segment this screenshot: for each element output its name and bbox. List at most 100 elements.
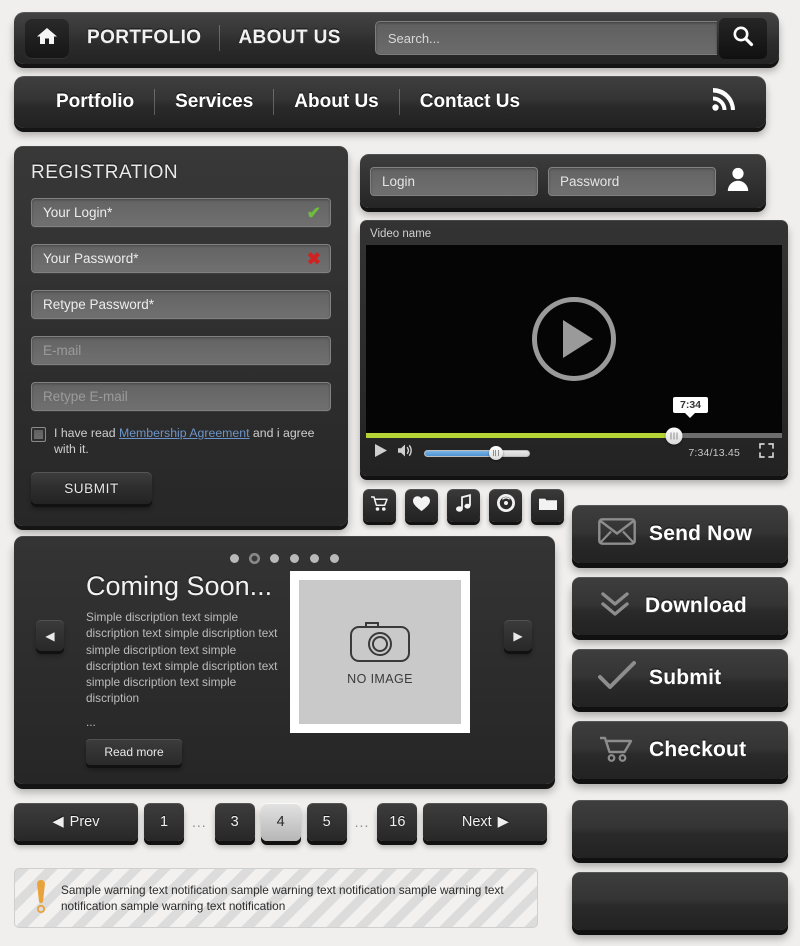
music-note-icon-button[interactable] xyxy=(447,489,480,522)
disc-icon xyxy=(496,493,516,518)
search-icon xyxy=(732,25,754,52)
home-button[interactable] xyxy=(25,18,69,58)
email-field[interactable]: E-mail xyxy=(31,336,331,365)
submit-button[interactable]: Submit xyxy=(572,649,788,707)
fullscreen-button[interactable] xyxy=(759,443,774,463)
video-time-display: 7:34/13.45 xyxy=(688,447,740,459)
content-slider: Coming Soon... Simple discription text s… xyxy=(14,536,555,784)
checkout-label: Checkout xyxy=(649,738,746,762)
blank-button-1[interactable] xyxy=(572,800,788,858)
login-bar: Login Password xyxy=(360,154,766,208)
header-link-about-us[interactable]: ABOUT US xyxy=(220,27,358,49)
pagination-page-16[interactable]: 16 xyxy=(377,803,417,841)
read-more-button[interactable]: Read more xyxy=(86,739,182,765)
pagination-page-5[interactable]: 5 xyxy=(307,803,347,841)
search-button[interactable] xyxy=(719,17,767,59)
membership-agreement-link[interactable]: Membership Agreement xyxy=(119,426,250,440)
warning-notification: Sample warning text notification sample … xyxy=(14,868,538,928)
user-account-button[interactable] xyxy=(726,166,750,197)
retype-password-field[interactable]: Retype Password* xyxy=(31,290,331,319)
video-scrubber-handle[interactable] xyxy=(665,427,682,444)
pagination-next-button[interactable]: Next ▶ xyxy=(423,803,547,841)
password-field-label: Your Password* xyxy=(43,251,139,266)
search-container: Search... xyxy=(375,21,767,55)
chevron-left-icon: ◀ xyxy=(45,629,54,643)
slide-body: Coming Soon... Simple discription text s… xyxy=(14,563,555,765)
send-now-button[interactable]: Send Now xyxy=(572,505,788,563)
retype-password-field-label: Retype Password* xyxy=(43,297,154,312)
nav-item-about-us[interactable]: About Us xyxy=(274,91,398,113)
seek-tooltip: 7:34 xyxy=(673,397,708,413)
pagination-next-label: Next xyxy=(462,814,492,830)
pagination-page-3[interactable]: 3 xyxy=(215,803,255,841)
slide-text-column: Coming Soon... Simple discription text s… xyxy=(14,571,284,765)
pagination-gap-right: ... xyxy=(353,814,372,830)
camera-icon xyxy=(349,619,411,668)
cart-icon-button[interactable] xyxy=(363,489,396,522)
user-icon xyxy=(726,179,750,196)
slider-dot-3[interactable] xyxy=(270,554,279,563)
nav-item-services[interactable]: Services xyxy=(155,91,273,113)
slider-next-button[interactable]: ▶ xyxy=(504,620,532,651)
heart-icon xyxy=(412,495,431,517)
blank-button-2[interactable] xyxy=(572,872,788,930)
volume-slider[interactable] xyxy=(424,450,530,457)
play-button[interactable] xyxy=(374,443,388,463)
slider-dot-6[interactable] xyxy=(330,554,339,563)
login-field[interactable]: Your Login* ✔ xyxy=(31,198,331,227)
slide-title: Coming Soon... xyxy=(86,571,284,602)
chevron-right-icon: ▶ xyxy=(498,814,509,830)
valid-check-icon: ✔ xyxy=(307,204,321,221)
login-field-label: Your Login* xyxy=(43,205,112,220)
folder-icon-button[interactable] xyxy=(531,489,564,522)
video-player: Video name 7:34 7:34/13.45 xyxy=(360,220,788,476)
agreement-text: I have read Membership Agreement and i a… xyxy=(54,425,331,457)
pagination-gap-left: ... xyxy=(190,814,209,830)
pagination-page-4[interactable]: 4 xyxy=(261,803,301,841)
envelope-icon xyxy=(598,518,636,550)
slide-ellipsis: ... xyxy=(86,715,284,729)
slider-dots xyxy=(14,536,555,563)
slider-dot-5[interactable] xyxy=(310,554,319,563)
retype-email-field[interactable]: Retype E-mail xyxy=(31,382,331,411)
login-bar-password-input[interactable]: Password xyxy=(548,167,716,196)
check-icon xyxy=(598,661,636,696)
heart-icon-button[interactable] xyxy=(405,489,438,522)
password-field[interactable]: Your Password* ✖ xyxy=(31,244,331,273)
video-play-overlay-button[interactable] xyxy=(532,297,616,381)
chevron-right-icon: ▶ xyxy=(513,629,522,643)
send-now-label: Send Now xyxy=(649,522,752,546)
volume-icon[interactable] xyxy=(397,443,415,463)
disc-icon-button[interactable] xyxy=(489,489,522,522)
download-label: Download xyxy=(645,594,747,618)
slider-dot-1[interactable] xyxy=(230,554,239,563)
pagination-prev-button[interactable]: ◀ Prev xyxy=(14,803,138,841)
rss-icon xyxy=(710,100,736,117)
chevron-left-icon: ◀ xyxy=(53,814,64,830)
login-bar-login-input[interactable]: Login xyxy=(370,167,538,196)
retype-email-field-label: Retype E-mail xyxy=(43,389,128,404)
search-input[interactable]: Search... xyxy=(375,21,717,55)
agreement-checkbox[interactable] xyxy=(31,427,46,442)
main-navigation-bar: Portfolio Services About Us Contact Us xyxy=(14,76,766,128)
checkout-button[interactable]: Checkout xyxy=(572,721,788,779)
video-progress-bar[interactable] xyxy=(366,433,782,438)
cart-icon xyxy=(370,495,389,517)
slider-dot-2[interactable] xyxy=(250,554,259,563)
rss-button[interactable] xyxy=(710,87,736,118)
download-button[interactable]: Download xyxy=(572,577,788,635)
slider-dot-4[interactable] xyxy=(290,554,299,563)
video-title: Video name xyxy=(366,226,782,245)
no-image-label: NO IMAGE xyxy=(347,672,413,686)
nav-item-portfolio[interactable]: Portfolio xyxy=(36,91,154,113)
slider-prev-button[interactable]: ◀ xyxy=(36,620,64,651)
nav-item-contact-us[interactable]: Contact Us xyxy=(400,91,540,113)
email-field-label: E-mail xyxy=(43,343,81,358)
header-link-portfolio[interactable]: PORTFOLIO xyxy=(69,27,219,49)
volume-slider-handle[interactable] xyxy=(489,446,503,460)
registration-panel: REGISTRATION Your Login* ✔ Your Password… xyxy=(14,146,348,526)
video-screen[interactable]: 7:34 xyxy=(366,245,782,433)
registration-submit-button[interactable]: SUBMIT xyxy=(31,472,152,504)
agreement-text-before: I have read xyxy=(54,426,119,440)
pagination-page-1[interactable]: 1 xyxy=(144,803,184,841)
